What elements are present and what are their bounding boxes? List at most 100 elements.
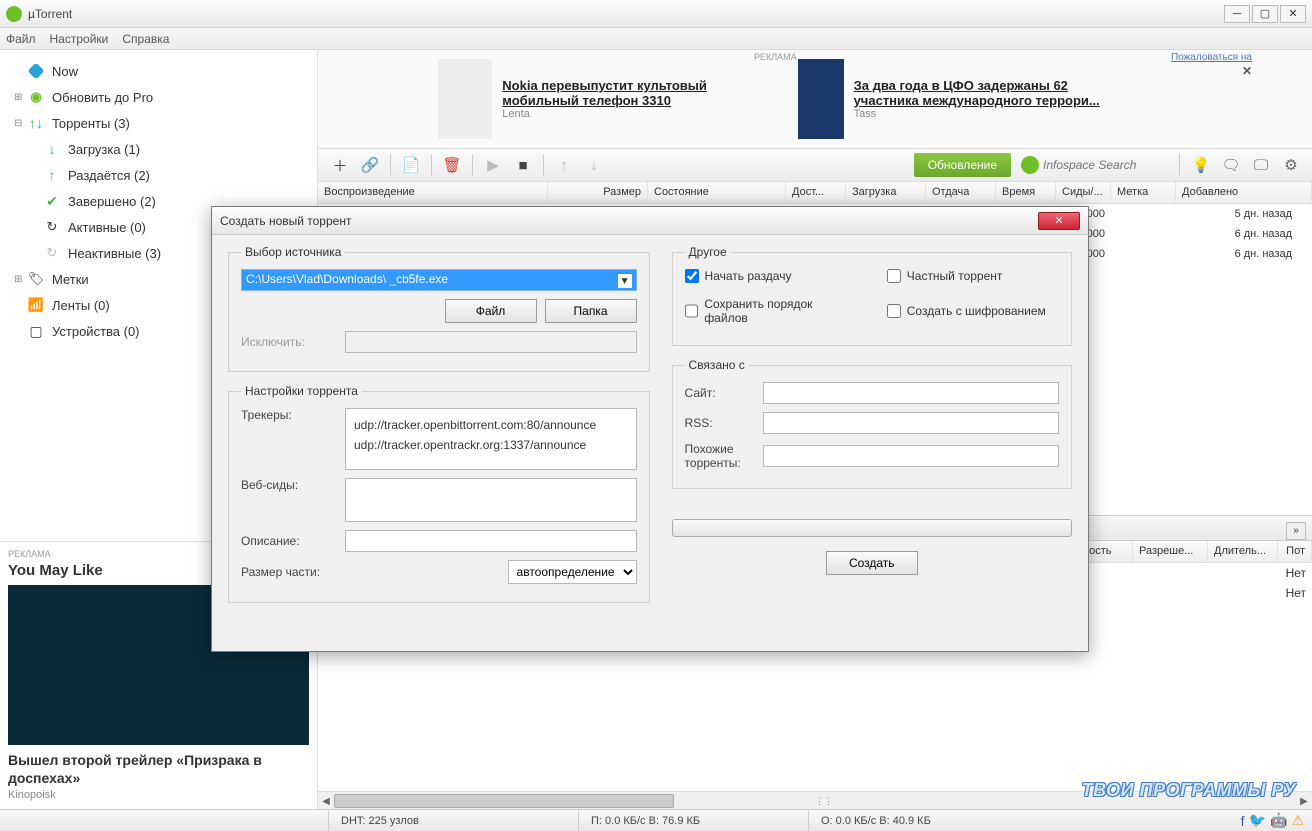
col-up[interactable]: Отдача bbox=[926, 182, 996, 203]
android-icon[interactable]: 🤖 bbox=[1270, 812, 1287, 829]
trackers-label: Трекеры: bbox=[241, 408, 337, 422]
tag-icon: 🏷 bbox=[28, 271, 44, 287]
fcol-stream[interactable]: Пот bbox=[1278, 541, 1312, 562]
top-ad-banner: РЕКЛАМА Пожаловаться на ✕ Nokia перевыпу… bbox=[318, 50, 1312, 148]
updown-icon: ↑↓ bbox=[28, 115, 44, 131]
webseeds-label: Веб-сиды: bbox=[241, 478, 337, 492]
ad-close-icon[interactable]: ✕ bbox=[1242, 64, 1252, 78]
status-down: П: 0.0 КБ/с В: 76.9 КБ bbox=[578, 810, 808, 831]
sidebar-item-seeding[interactable]: ↑ Раздаётся (2) bbox=[0, 162, 317, 188]
start-seeding-checkbox[interactable]: Начать раздачу bbox=[685, 269, 857, 283]
maximize-button[interactable]: ▢ bbox=[1252, 5, 1278, 23]
sidebar-label: Now bbox=[52, 64, 78, 79]
rss-label: RSS: bbox=[685, 416, 755, 430]
fcol-res[interactable]: Разреше... bbox=[1133, 541, 1208, 562]
sidebar-label: Ленты (0) bbox=[52, 298, 110, 313]
dialog-titlebar[interactable]: Создать новый торрент ✕ bbox=[212, 207, 1088, 235]
exclude-label: Исключить: bbox=[241, 335, 337, 349]
facebook-icon[interactable]: f bbox=[1241, 813, 1245, 829]
add-url-button[interactable]: 🔗 bbox=[356, 152, 384, 178]
warning-icon[interactable]: ⚠ bbox=[1291, 812, 1304, 829]
col-time[interactable]: Время bbox=[996, 182, 1056, 203]
update-button[interactable]: Обновление bbox=[914, 153, 1011, 177]
share-button[interactable]: 🗨 bbox=[1218, 152, 1244, 178]
add-torrent-button[interactable]: ＋ bbox=[326, 152, 354, 178]
col-seeds[interactable]: Сиды/... bbox=[1056, 182, 1111, 203]
encrypt-checkbox[interactable]: Создать с шифрованием bbox=[887, 297, 1059, 325]
main-toolbar: ＋ 🔗 📄 🗑 ▶ ■ ↑ ↓ Обновление 💡 🗨 🖵 ⚙ bbox=[318, 148, 1312, 182]
twitter-icon[interactable]: 🐦 bbox=[1249, 812, 1266, 829]
folder-button[interactable]: Папка bbox=[545, 299, 637, 323]
col-playback[interactable]: Воспроизведение bbox=[318, 182, 548, 203]
menu-file[interactable]: Файл bbox=[6, 32, 36, 46]
ad-headline[interactable]: Вышел второй трейлер «Призрака в доспеха… bbox=[8, 751, 309, 787]
status-bar: DHT: 225 узлов П: 0.0 КБ/с В: 76.9 КБ О:… bbox=[0, 809, 1312, 831]
horizontal-scrollbar[interactable]: ◀ ⋮⋮ ▶ bbox=[318, 791, 1312, 809]
close-button[interactable]: ✕ bbox=[1280, 5, 1306, 23]
col-size[interactable]: Размер bbox=[548, 182, 648, 203]
preserve-order-checkbox[interactable]: Сохранить порядок файлов bbox=[685, 297, 857, 325]
piece-size-select[interactable]: автоопределение bbox=[508, 560, 637, 584]
trackers-textarea[interactable]: udp://tracker.openbittorrent.com:80/anno… bbox=[345, 408, 637, 470]
utorrent-icon: ◉ bbox=[28, 89, 44, 105]
tip-button[interactable]: 💡 bbox=[1188, 152, 1214, 178]
start-button[interactable]: ▶ bbox=[479, 152, 507, 178]
dropdown-arrow-icon[interactable]: ▼ bbox=[618, 274, 632, 288]
menu-help[interactable]: Справка bbox=[122, 32, 169, 46]
col-status[interactable]: Состояние bbox=[648, 182, 786, 203]
ad-complain-link[interactable]: Пожаловаться на bbox=[1171, 52, 1252, 63]
minimize-button[interactable]: ─ bbox=[1224, 5, 1250, 23]
ad-image bbox=[438, 59, 492, 139]
col-label[interactable]: Метка bbox=[1111, 182, 1176, 203]
move-up-button[interactable]: ↑ bbox=[550, 152, 578, 178]
rss-input[interactable] bbox=[763, 412, 1059, 434]
sidebar-item-now[interactable]: Now bbox=[0, 58, 317, 84]
col-down[interactable]: Загрузка bbox=[846, 182, 926, 203]
settings-button[interactable]: ⚙ bbox=[1278, 152, 1304, 178]
scroll-left-icon[interactable]: ◀ bbox=[318, 792, 334, 810]
ad-source: Lenta bbox=[502, 108, 758, 120]
fcol-dur[interactable]: Длитель... bbox=[1208, 541, 1278, 562]
sidebar-item-upgrade[interactable]: ⊞◉ Обновить до Pro bbox=[0, 84, 317, 110]
other-legend: Другое bbox=[685, 245, 731, 259]
window-titlebar: µTorrent ─ ▢ ✕ bbox=[0, 0, 1312, 28]
other-fieldset: Другое Начать раздачу Частный торрент Со… bbox=[672, 245, 1072, 346]
site-input[interactable] bbox=[763, 382, 1059, 404]
delete-button[interactable]: 🗑 bbox=[438, 152, 466, 178]
scroll-right-icon[interactable]: ▶ bbox=[1296, 792, 1312, 810]
tabs-expand-button[interactable]: » bbox=[1286, 522, 1306, 540]
file-button[interactable]: Файл bbox=[445, 299, 537, 323]
col-added[interactable]: Добавлено bbox=[1176, 182, 1312, 203]
dialog-title: Создать новый торрент bbox=[220, 214, 351, 228]
similar-input[interactable] bbox=[763, 445, 1059, 467]
inactive-icon: ↻ bbox=[44, 245, 60, 261]
search-provider-icon[interactable] bbox=[1021, 156, 1039, 174]
create-torrent-button[interactable]: 📄 bbox=[397, 152, 425, 178]
create-torrent-dialog: Создать новый торрент ✕ Выбор источника … bbox=[211, 206, 1089, 652]
source-path-combo[interactable]: C:\Users\Vlad\Downloads\ _cb5fe.exe ▼ bbox=[241, 269, 637, 291]
sidebar-item-torrents[interactable]: ⊟↑↓ Торренты (3) bbox=[0, 110, 317, 136]
download-icon: ↓ bbox=[44, 141, 60, 157]
grip-icon: ⋮⋮ bbox=[815, 796, 833, 807]
scroll-thumb[interactable] bbox=[334, 794, 674, 808]
create-button[interactable]: Создать bbox=[826, 551, 918, 575]
sidebar-item-downloading[interactable]: ↓ Загрузка (1) bbox=[0, 136, 317, 162]
move-down-button[interactable]: ↓ bbox=[580, 152, 608, 178]
torrent-columns-header: Воспроизведение Размер Состояние Дост...… bbox=[318, 182, 1312, 204]
create-progress-bar bbox=[672, 519, 1072, 537]
col-avail[interactable]: Дост... bbox=[786, 182, 846, 203]
menu-settings[interactable]: Настройки bbox=[50, 32, 109, 46]
settings-legend: Настройки торрента bbox=[241, 384, 362, 398]
exclude-input bbox=[345, 331, 637, 353]
description-input[interactable] bbox=[345, 530, 637, 552]
stop-button[interactable]: ■ bbox=[509, 152, 537, 178]
private-checkbox[interactable]: Частный торрент bbox=[887, 269, 1059, 283]
webseeds-textarea[interactable] bbox=[345, 478, 637, 522]
dialog-close-button[interactable]: ✕ bbox=[1038, 212, 1080, 230]
ad-item-1[interactable]: Nokia перевыпустит культовый мобильный т… bbox=[438, 59, 758, 139]
remote-button[interactable]: 🖵 bbox=[1248, 152, 1274, 178]
ad-item-2[interactable]: За два года в ЦФО задержаны 62 участника… bbox=[798, 59, 1118, 139]
status-dht: DHT: 225 узлов bbox=[328, 810, 578, 831]
sidebar-label: Загрузка (1) bbox=[68, 142, 140, 157]
search-input[interactable] bbox=[1043, 154, 1173, 176]
